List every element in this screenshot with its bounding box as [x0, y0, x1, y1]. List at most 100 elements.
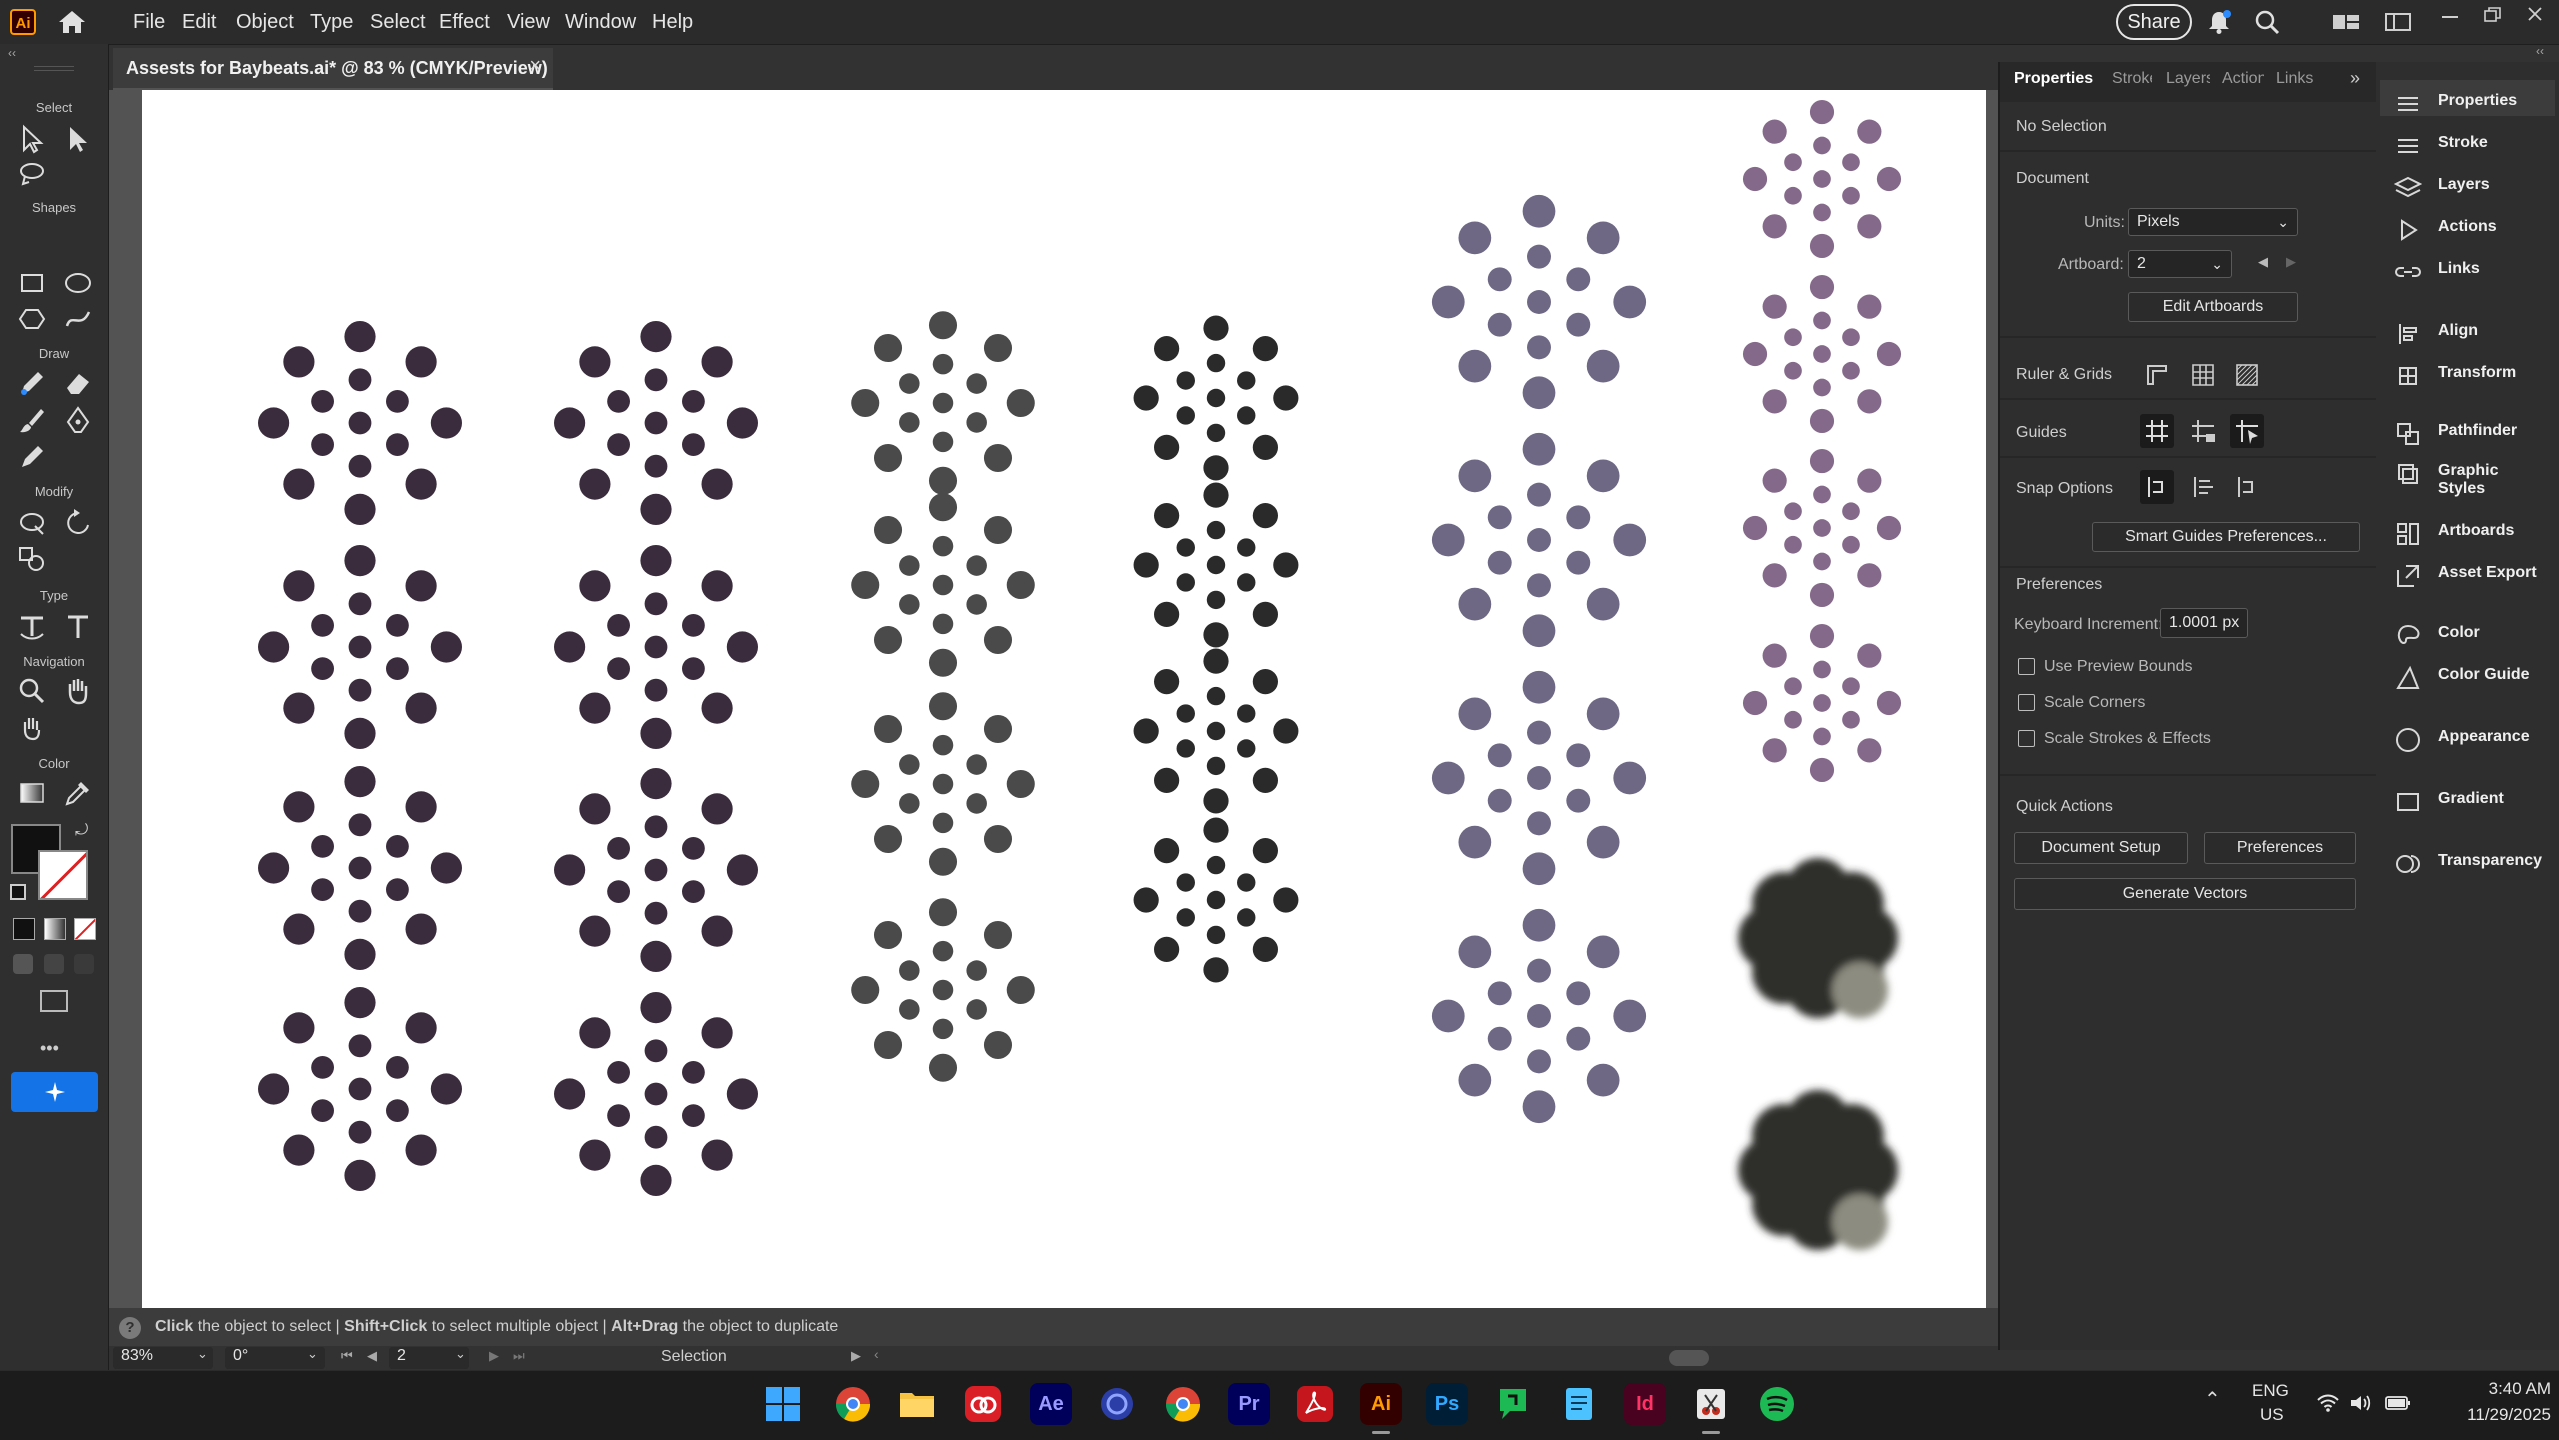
dot[interactable]: [1458, 935, 1492, 969]
dot[interactable]: [1813, 378, 1831, 397]
dot[interactable]: [1522, 614, 1556, 648]
menu-help[interactable]: Help: [652, 0, 693, 44]
volume-icon[interactable]: [2348, 1393, 2372, 1413]
creative-cloud-icon[interactable]: [962, 1383, 1004, 1425]
dot[interactable]: [983, 714, 1013, 744]
eyedropper-tool-icon[interactable]: [61, 776, 95, 810]
dot-cluster-col3-2[interactable]: [851, 493, 1035, 677]
dot[interactable]: [1762, 468, 1787, 493]
smart-guides-preferences-button[interactable]: Smart Guides Preferences...: [2092, 522, 2360, 552]
dot[interactable]: [932, 773, 954, 795]
dot[interactable]: [682, 433, 705, 456]
type-tool-icon[interactable]: [61, 610, 95, 644]
dot[interactable]: [1487, 550, 1512, 575]
dock-item-artboards[interactable]: Artboards: [2390, 512, 2550, 552]
dot[interactable]: [1813, 519, 1831, 537]
dot[interactable]: [1762, 294, 1787, 319]
dot[interactable]: [1252, 601, 1278, 627]
zoom-tool-icon[interactable]: [15, 674, 49, 708]
paintbrush-tool-icon[interactable]: [15, 404, 49, 438]
panel-menu-icon[interactable]: »: [2350, 68, 2360, 89]
after-effects-icon[interactable]: Ae: [1030, 1383, 1072, 1425]
dot[interactable]: [1809, 582, 1835, 608]
dot[interactable]: [873, 625, 903, 655]
dot[interactable]: [1252, 503, 1278, 529]
dot[interactable]: [1154, 503, 1180, 529]
dot[interactable]: [644, 635, 668, 659]
rotation-dropdown-icon[interactable]: ⌄: [307, 1346, 318, 1362]
notepad-icon[interactable]: [1558, 1383, 1600, 1425]
dot[interactable]: [1527, 528, 1551, 552]
dot[interactable]: [1813, 136, 1831, 155]
dot-cluster-col6-3[interactable]: [1742, 448, 1902, 608]
dot[interactable]: [932, 1018, 954, 1040]
dot-cluster-col6-1[interactable]: [1742, 99, 1902, 259]
toolbar-grip[interactable]: [34, 66, 74, 71]
dot[interactable]: [1857, 468, 1882, 493]
swap-fill-stroke-icon[interactable]: ⤾: [75, 822, 88, 840]
dot[interactable]: [701, 468, 733, 500]
dot[interactable]: [1527, 720, 1551, 745]
dot[interactable]: [873, 443, 903, 473]
horizontal-scrollbar-thumb[interactable]: [1669, 1350, 1709, 1366]
menu-object[interactable]: Object: [236, 0, 294, 44]
dot[interactable]: [640, 1164, 672, 1196]
close-document-icon[interactable]: ×: [529, 55, 541, 78]
dot[interactable]: [607, 1104, 630, 1127]
dock-item-transform[interactable]: Transform: [2390, 354, 2550, 394]
dot[interactable]: [1809, 274, 1835, 300]
dot[interactable]: [1742, 690, 1768, 716]
clock-date[interactable]: 11/29/2025: [2435, 1405, 2551, 1425]
dot[interactable]: [1784, 361, 1802, 380]
language-indicator[interactable]: ENG: [2252, 1381, 2289, 1401]
dot[interactable]: [1237, 406, 1256, 425]
edit-artboards-button[interactable]: Edit Artboards: [2128, 292, 2298, 322]
dot[interactable]: [928, 898, 958, 927]
previous-artboard-icon[interactable]: ◀: [367, 1348, 377, 1364]
dot[interactable]: [1273, 887, 1299, 913]
dot[interactable]: [283, 692, 315, 724]
dot[interactable]: [1813, 345, 1831, 363]
dot[interactable]: [1176, 406, 1195, 425]
menu-view[interactable]: View: [507, 0, 550, 44]
tab-stroke[interactable]: Stroke: [2112, 70, 2152, 88]
dot[interactable]: [1566, 788, 1591, 813]
dot[interactable]: [311, 1056, 334, 1079]
dot[interactable]: [1586, 459, 1620, 493]
dot[interactable]: [1527, 1049, 1551, 1074]
draw-inside-icon[interactable]: [74, 954, 94, 974]
polygon-tool-icon[interactable]: [15, 302, 49, 336]
chrome-icon[interactable]: [1162, 1383, 1204, 1425]
dot[interactable]: [1133, 385, 1159, 411]
dot[interactable]: [1458, 349, 1492, 383]
dot[interactable]: [1203, 648, 1229, 674]
dot[interactable]: [1133, 718, 1159, 744]
artboard[interactable]: [142, 90, 1986, 1308]
dot[interactable]: [1876, 690, 1902, 716]
dot[interactable]: [928, 648, 958, 677]
dot[interactable]: [1006, 769, 1035, 799]
dock-item-layers[interactable]: Layers: [2390, 166, 2550, 206]
dot[interactable]: [644, 411, 668, 435]
dot[interactable]: [1458, 697, 1492, 731]
dot[interactable]: [1566, 267, 1591, 292]
dot[interactable]: [640, 940, 672, 973]
dot[interactable]: [1813, 694, 1831, 712]
help-icon[interactable]: ?: [119, 1317, 141, 1339]
file-explorer-icon[interactable]: [896, 1383, 938, 1425]
dot[interactable]: [966, 754, 987, 775]
dot[interactable]: [1458, 459, 1492, 493]
dot[interactable]: [283, 913, 315, 945]
artboard-select[interactable]: 2 ⌄: [2128, 250, 2232, 278]
dot[interactable]: [607, 837, 630, 860]
dot[interactable]: [932, 940, 954, 962]
dot[interactable]: [1809, 448, 1835, 474]
dot[interactable]: [1176, 739, 1195, 758]
dot[interactable]: [607, 880, 630, 903]
snipping-tool-icon[interactable]: [1690, 1383, 1732, 1425]
dot[interactable]: [1586, 349, 1620, 383]
dot[interactable]: [928, 692, 958, 721]
dot[interactable]: [1431, 523, 1465, 557]
dot[interactable]: [682, 880, 705, 903]
home-icon[interactable]: [57, 9, 87, 35]
